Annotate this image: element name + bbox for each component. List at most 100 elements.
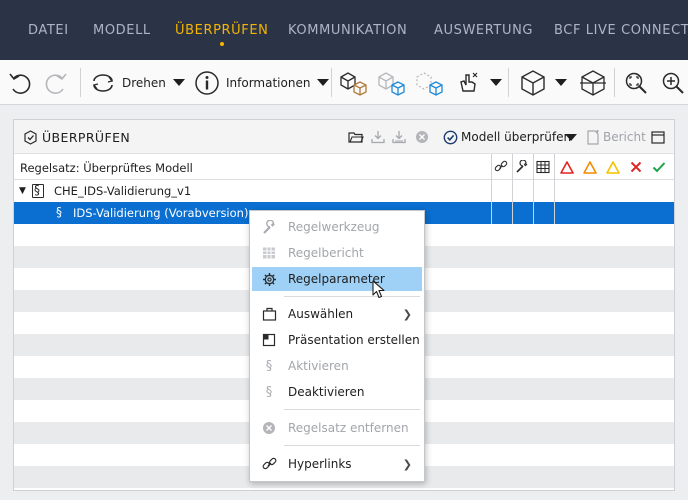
tab-auswertung[interactable]: AUSWERTUNG (434, 23, 533, 38)
tab-kommunikation[interactable]: KOMMUNIKATION (288, 23, 407, 38)
download-tray-icon (369, 128, 387, 146)
toolbar-separator (331, 68, 332, 97)
rule-tool-column-icon (513, 158, 531, 176)
redo-icon (45, 73, 67, 94)
ruleset-name: CHE_IDS-Validierung_v1 (54, 184, 192, 198)
view-cube-dropdown-caret-icon[interactable] (555, 79, 567, 86)
select-box-icon (260, 305, 278, 323)
information-dropdown-caret-icon[interactable] (317, 79, 330, 86)
menu-item-hyperlinks[interactable]: Hyperlinks ❯ (252, 452, 422, 476)
section-box-icon (580, 69, 606, 96)
rotate-icon (92, 73, 114, 92)
presentation-icon (260, 331, 278, 349)
open-folder-icon[interactable] (347, 128, 365, 146)
table-icon (260, 244, 278, 262)
view-cube-button[interactable] (518, 60, 567, 104)
submenu-arrow-icon: ❯ (402, 308, 412, 321)
toolbar: Drehen Informationen (0, 60, 688, 105)
panel-window-icon[interactable] (649, 128, 667, 146)
remove-circle-icon (413, 128, 431, 146)
cubes-highlight-icon (378, 71, 405, 96)
rotate-button[interactable]: Drehen (90, 60, 185, 104)
toolbar-separator (508, 68, 509, 97)
cube-dashed-icon (416, 71, 443, 96)
menu-item-deaktivieren[interactable]: § Deaktivieren (252, 380, 422, 404)
tab-modell[interactable]: MODELL (93, 23, 151, 38)
tree-row-ruleset[interactable]: ▼ § CHE_IDS-Validierung_v1 (14, 180, 674, 202)
report-button: Bericht (603, 130, 646, 144)
ruleset-column-header: Regelsatz: Überprüftes Modell (14, 154, 674, 180)
hand-select-button[interactable] (455, 60, 502, 104)
hand-select-icon (460, 72, 478, 92)
toolbar-separator (614, 68, 615, 97)
undo-icon (9, 73, 31, 94)
cubes-icon (340, 71, 367, 96)
submenu-arrow-icon: ❯ (402, 458, 412, 471)
tab-bcf-live-connector[interactable]: BCF LIVE CONNECTO (554, 23, 688, 38)
menu-item-auswaehlen[interactable]: Auswählen ❯ (252, 302, 422, 326)
menu-separator (284, 445, 420, 446)
selected-cubes-button[interactable] (376, 60, 408, 104)
menu-item-aktivieren: § Aktivieren (252, 354, 422, 378)
check-model-button[interactable]: Modell überprüfen (461, 130, 571, 144)
column-divider (512, 154, 513, 224)
check-model-icon[interactable] (441, 128, 459, 146)
column-divider (491, 154, 492, 224)
ribbon-tab-bar: DATEI MODELL ÜBERPRÜFEN KOMMUNIKATION AU… (0, 0, 688, 60)
rule-name: IDS-Validierung (Vorabversion) (73, 206, 249, 220)
major-issues-icon (581, 158, 599, 176)
download-all-tray-icon (390, 128, 408, 146)
ruleset-book-icon (32, 184, 44, 198)
check-model-dropdown-caret-icon[interactable] (565, 134, 577, 141)
ruleset-column-label: Regelsatz: Überprüftes Modell (20, 161, 193, 175)
redo-button[interactable] (42, 60, 70, 104)
menu-item-praesentation-erstellen[interactable]: Präsentation erstellen (252, 328, 422, 352)
hyperlink-column-icon (492, 158, 510, 176)
zoom-extents-button[interactable] (623, 60, 649, 104)
cube-icon (521, 69, 545, 96)
hand-select-dropdown-caret-icon[interactable] (490, 79, 502, 86)
menu-separator (284, 409, 420, 410)
panel-header: ÜBERPRÜFEN Modell überprüfen Bericht (14, 120, 674, 154)
info-icon (195, 70, 219, 95)
menu-separator (284, 296, 420, 297)
remove-circle-icon (260, 419, 278, 437)
gear-icon (260, 270, 278, 288)
model-cubes-button[interactable] (338, 60, 370, 104)
tab-datei[interactable]: DATEI (28, 23, 69, 38)
panel-title: ÜBERPRÜFEN (42, 130, 131, 145)
context-menu: Regelwerkzeug Regelbericht Regelparamete… (249, 210, 425, 482)
zoom-extents-icon (625, 72, 647, 94)
rejected-icon (627, 158, 645, 176)
rule-section-icon: § (56, 205, 62, 219)
check-panel-icon (21, 128, 39, 146)
information-label: Informationen (226, 75, 311, 90)
information-button[interactable]: Informationen (194, 60, 330, 104)
rotate-label: Drehen (122, 75, 166, 90)
rotate-dropdown-caret-icon[interactable] (172, 79, 185, 86)
column-divider (554, 154, 555, 224)
menu-item-regelbericht: Regelbericht (252, 241, 422, 265)
link-icon (260, 455, 278, 473)
accepted-icon (650, 158, 668, 176)
report-icon (584, 128, 602, 146)
tab-ueberpruefen[interactable]: ÜBERPRÜFEN (175, 23, 268, 46)
section-icon: § (265, 358, 273, 374)
minor-issues-icon (604, 158, 622, 176)
section-box-button[interactable] (578, 60, 608, 104)
column-divider (533, 154, 534, 224)
menu-item-regelwerkzeug: Regelwerkzeug (252, 215, 422, 239)
mouse-cursor-icon (372, 280, 385, 299)
menu-item-regelsatz-entfernen: Regelsatz entfernen (252, 416, 422, 440)
isolate-cube-button[interactable] (414, 60, 446, 104)
expand-triangle-icon[interactable]: ▼ (19, 186, 26, 196)
undo-button[interactable] (6, 60, 34, 104)
section-icon: § (265, 384, 273, 400)
zoom-in-button[interactable] (660, 60, 686, 104)
critical-issues-icon (558, 158, 576, 176)
report-column-icon (534, 158, 552, 176)
menu-item-regelparameter[interactable]: Regelparameter (252, 267, 422, 291)
toolbar-separator (80, 68, 81, 97)
wrench-icon (260, 218, 278, 236)
zoom-in-icon (662, 72, 684, 94)
